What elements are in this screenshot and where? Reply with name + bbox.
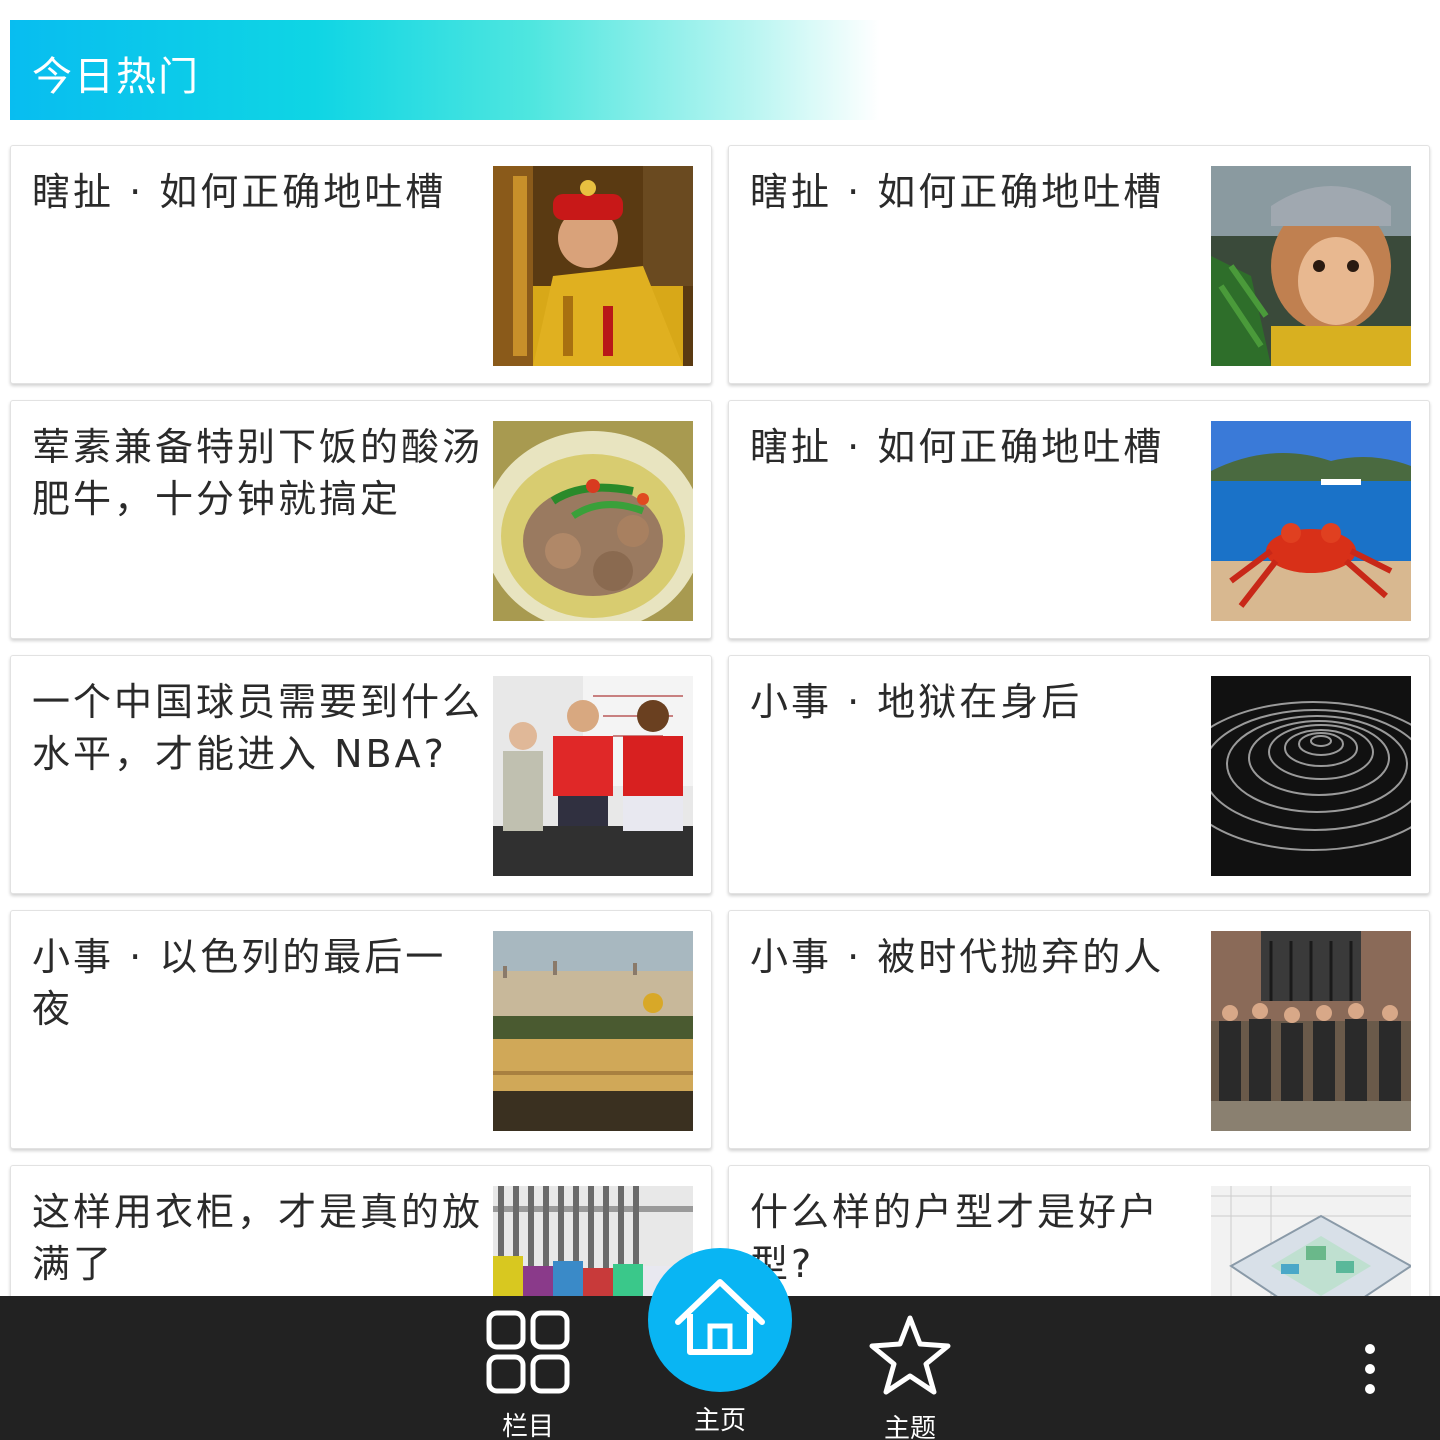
nav-home-label: 主页 bbox=[693, 1406, 746, 1436]
article-card[interactable]: 小事 · 地狱在身后 bbox=[728, 655, 1430, 894]
home-button[interactable] bbox=[648, 1248, 792, 1392]
article-card[interactable]: 小事 · 以色列的最后一夜 bbox=[10, 910, 712, 1149]
article-card[interactable]: 小事 · 被时代抛弃的人 bbox=[728, 910, 1430, 1149]
beef-soup-bowl-thumbnail bbox=[493, 421, 693, 621]
article-title: 瞎扯 · 如何正确地吐槽 bbox=[32, 170, 447, 214]
article-title: 这样用衣柜，才是真的放满了 bbox=[32, 1190, 484, 1286]
monkey-king-portrait-thumbnail bbox=[1211, 166, 1411, 366]
article-card[interactable]: 荤素兼备特别下饭的酸汤肥牛，十分钟就搞定 bbox=[10, 400, 712, 639]
article-title: 小事 · 地狱在身后 bbox=[750, 680, 1083, 724]
today-hot-title: 今日热门 bbox=[32, 54, 200, 100]
jerusalem-city-thumbnail bbox=[493, 931, 693, 1131]
article-grid: 今日热门 瞎扯 · 如何正确地吐槽 瞎扯 · 如何正确地吐槽 荤素兼备特别下饭的… bbox=[0, 0, 1440, 1296]
article-card[interactable]: 一个中国球员需要到什么水平，才能进入 NBA? bbox=[10, 655, 712, 894]
star-icon bbox=[869, 1315, 951, 1395]
nav-columns-button[interactable]: 栏目 bbox=[468, 1310, 588, 1440]
article-card[interactable]: 这样用衣柜，才是真的放满了 bbox=[10, 1165, 712, 1296]
today-hot-header: 今日热门 bbox=[10, 20, 880, 120]
article-title: 瞎扯 · 如何正确地吐槽 bbox=[750, 170, 1165, 214]
page: 今日热门 瞎扯 · 如何正确地吐槽 瞎扯 · 如何正确地吐槽 荤素兼备特别下饭的… bbox=[0, 0, 1440, 1440]
article-title: 什么样的户型才是好户型? bbox=[750, 1190, 1161, 1286]
nav-home-label-wrap: 主页 bbox=[660, 1400, 780, 1437]
nav-columns-label: 栏目 bbox=[501, 1412, 554, 1440]
floor-plan-3d-thumbnail bbox=[1211, 1186, 1411, 1296]
article-title: 荤素兼备特别下饭的酸汤肥牛，十分钟就搞定 bbox=[32, 425, 484, 521]
crab-by-sea-thumbnail bbox=[1211, 421, 1411, 621]
basketball-players-thumbnail bbox=[493, 676, 693, 876]
emperor-portrait-thumbnail bbox=[493, 166, 693, 366]
group-of-men-thumbnail bbox=[1211, 931, 1411, 1131]
more-options-button[interactable] bbox=[1350, 1340, 1390, 1400]
article-title: 瞎扯 · 如何正确地吐槽 bbox=[750, 425, 1165, 469]
more-vertical-icon bbox=[1365, 1344, 1375, 1394]
article-card[interactable]: 瞎扯 · 如何正确地吐槽 bbox=[728, 145, 1430, 384]
article-card[interactable]: 瞎扯 · 如何正确地吐槽 bbox=[10, 145, 712, 384]
article-card[interactable]: 什么样的户型才是好户型? bbox=[728, 1165, 1430, 1296]
nav-topics-button[interactable]: 主题 bbox=[850, 1314, 970, 1440]
fingerprint-closeup-thumbnail bbox=[1211, 676, 1411, 876]
article-title: 小事 · 被时代抛弃的人 bbox=[750, 935, 1165, 979]
article-title: 一个中国球员需要到什么水平，才能进入 NBA? bbox=[32, 680, 484, 776]
home-icon bbox=[675, 1279, 765, 1355]
article-title: 小事 · 以色列的最后一夜 bbox=[32, 935, 447, 1031]
grid-icon bbox=[486, 1310, 570, 1394]
nav-topics-label: 主题 bbox=[883, 1414, 936, 1440]
article-card[interactable]: 瞎扯 · 如何正确地吐槽 bbox=[728, 400, 1430, 639]
